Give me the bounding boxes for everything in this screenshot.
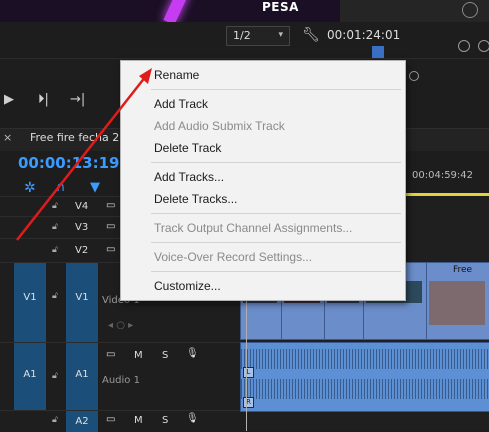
sync-icon[interactable]: ▭ [106,200,115,211]
track-a2: 🔓︎ A2 ▭ M S 🎙︎ [0,410,240,432]
track-a1: A1 🔓︎ A1 ▭ M S 🎙︎ Audio 1 [0,342,240,411]
add-marker-icon[interactable]: ▼ [90,180,100,195]
program-timecode[interactable]: 00:01:24:01 [327,28,400,42]
sequence-timecode[interactable]: 00:00:13:19 [18,154,120,172]
tab-sequence[interactable]: Free fire fecha 2 [30,131,119,144]
audio-clip[interactable]: L R [240,342,489,412]
menu-item-delete-track[interactable]: Delete Track [154,141,221,155]
menu-separator [151,89,401,90]
go-to-out-icon[interactable]: →| [70,92,85,107]
transport-controls: ▶ ⏵| →| [0,82,130,118]
close-tab-icon[interactable]: × [3,131,12,144]
sync-icon[interactable]: ▭ [106,349,115,360]
playhead-marker-icon [372,46,384,58]
track-a1-name: Audio 1 [102,375,140,386]
menu-item-delete-tracks[interactable]: Delete Tracks... [154,192,237,206]
mute-button[interactable]: M [134,415,143,426]
target-a1[interactable]: A1 [66,343,98,411]
audio-channel-r: R [243,397,254,408]
wrench-icon[interactable]: 🔧︎ [302,27,320,43]
menu-item-customize[interactable]: Customize... [154,279,221,293]
video-clip-free[interactable]: Free [426,262,489,340]
lock-icon[interactable]: 🔓︎ [52,291,58,301]
menu-item-rename[interactable]: Rename [154,68,199,82]
track-v3-label[interactable]: V3 [75,222,88,233]
target-a2[interactable]: A2 [66,411,98,432]
menu-separator [151,271,401,272]
sync-icon[interactable]: ▭ [106,221,115,232]
zoom-slider-handle[interactable] [458,40,470,52]
menu-item-add-track[interactable]: Add Track [154,97,208,111]
clip-label-free: Free [453,265,473,275]
snap-icon[interactable]: ✲ [24,180,36,196]
menu-item-voice-over-settings: Voice-Over Record Settings... [154,250,313,264]
menu-separator [151,162,401,163]
resolution-select[interactable]: 1/2 ▾ [226,26,290,46]
solo-button[interactable]: S [162,415,168,426]
lock-icon[interactable]: 🔓︎ [52,222,58,232]
source-patch-v1[interactable]: V1 [14,263,46,343]
track-v2-label[interactable]: V2 [75,245,88,256]
mute-button[interactable]: M [134,350,143,361]
lock-icon[interactable]: 🔓︎ [52,371,58,381]
play-icon[interactable]: ▶ [4,92,14,107]
menu-item-track-output-channel: Track Output Channel Assignments... [154,221,353,235]
lock-icon[interactable]: 🔓︎ [52,245,58,255]
toggle-icon[interactable] [462,2,478,18]
keyframe-nav-icon[interactable]: ◂ ○ ▸ [108,320,133,331]
step-forward-icon[interactable]: ⏵| [38,92,49,107]
source-patch-a1[interactable]: A1 [14,343,46,411]
track-v4-label[interactable]: V4 [75,201,88,212]
menu-item-add-tracks[interactable]: Add Tracks... [154,170,224,184]
ruler-timecode: 00:04:59:42 [412,170,474,181]
track-context-menu: Rename Add Track Add Audio Submix Track … [120,60,406,301]
solo-button[interactable]: S [162,350,168,361]
chevron-down-icon: ▾ [278,30,283,40]
menu-separator [151,213,401,214]
menu-separator [151,242,401,243]
resolution-value: 1/2 [233,29,251,42]
menu-item-add-audio-submix-track: Add Audio Submix Track [154,119,285,133]
sync-icon[interactable]: ▭ [106,244,115,255]
zoom-slider-handle-right[interactable] [478,40,489,52]
microphone-icon[interactable]: 🎙︎ [186,348,199,359]
program-monitor-side [340,0,489,22]
linked-selection-icon[interactable]: ∩ [56,180,66,195]
lock-icon[interactable]: 🔓︎ [52,201,58,211]
target-v1[interactable]: V1 [66,263,98,343]
lock-icon[interactable]: 🔓︎ [52,415,58,425]
audio-channel-l: L [243,367,254,378]
microphone-icon[interactable]: 🎙︎ [186,413,199,424]
preview-logo: PESA [262,0,299,14]
program-monitor-preview: PESA [0,0,340,22]
sync-icon[interactable]: ▭ [106,414,115,425]
ruler-handle[interactable] [409,71,419,81]
